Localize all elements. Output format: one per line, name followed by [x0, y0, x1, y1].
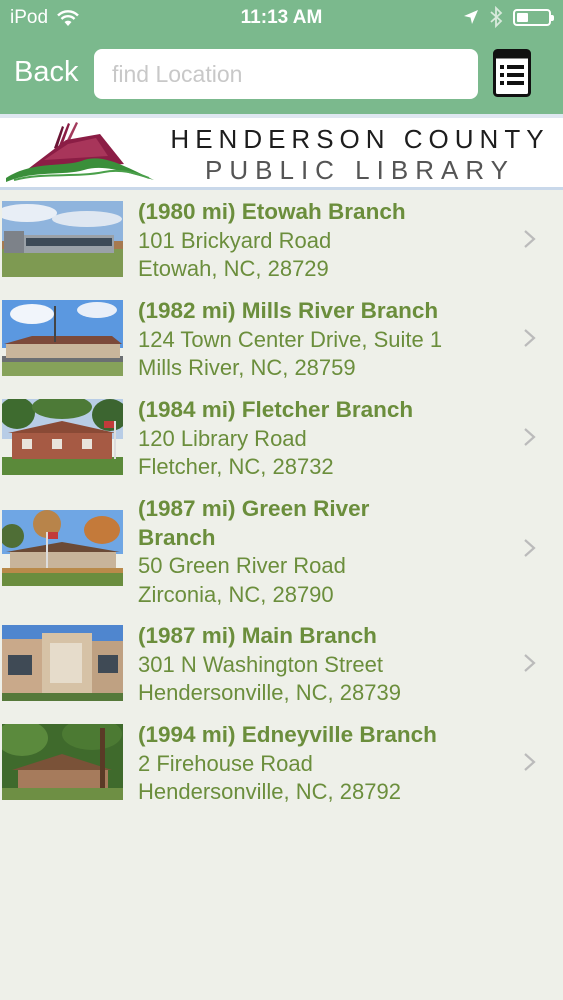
branch-info: (1994 mi) Edneyville Branch 2 Firehouse … — [138, 721, 513, 807]
branch-info: (1987 mi) Main Branch 301 N Washington S… — [138, 622, 513, 708]
nav-bar: Back — [0, 36, 563, 114]
list-item[interactable]: (1984 mi) Fletcher Branch 120 Library Ro… — [0, 388, 563, 487]
banner-title-line1: HENDERSON COUNTY — [170, 124, 550, 154]
branch-address-line: 101 Brickyard Road — [138, 227, 332, 253]
branch-name: (1982 mi) Mills River Branch — [138, 298, 439, 323]
branch-photo — [2, 625, 123, 701]
status-right-group — [463, 6, 554, 28]
list-item[interactable]: (1980 mi) Etowah Branch 101 Brickyard Ro… — [0, 190, 563, 289]
back-button[interactable]: Back — [14, 56, 78, 89]
bluetooth-icon — [490, 6, 503, 28]
branch-info: (1984 mi) Fletcher Branch 120 Library Ro… — [138, 396, 513, 482]
list-item[interactable]: (1987 mi) Main Branch 301 N Washington S… — [0, 614, 563, 713]
battery-fill — [517, 12, 528, 22]
branch-city-line: Etowah, NC, 28729 — [138, 256, 329, 281]
location-arrow-icon — [464, 10, 478, 24]
branch-info: (1982 mi) Mills River Branch 124 Town Ce… — [138, 297, 513, 383]
library-banner: HENDERSON COUNTY PUBLIC LIBRARY — [0, 114, 563, 190]
search-input[interactable] — [94, 49, 478, 99]
branch-name-line1: (1987 mi) Green River — [138, 496, 370, 521]
list-item[interactable]: (1987 mi) Green River Branch 50 Green Ri… — [0, 487, 563, 614]
branch-name: (1984 mi) Fletcher Branch — [138, 397, 414, 422]
branch-address-line: 120 Library Road — [138, 425, 307, 451]
branch-photo — [2, 201, 123, 277]
branch-name-line2: Branch — [138, 524, 216, 550]
branch-name: (1987 mi) Main Branch — [138, 623, 377, 648]
branch-city-line: Fletcher, NC, 28732 — [138, 454, 334, 479]
chevron-right-icon — [524, 539, 536, 557]
branch-photo — [2, 399, 123, 475]
list-icon[interactable] — [493, 49, 531, 97]
branch-info: (1980 mi) Etowah Branch 101 Brickyard Ro… — [138, 198, 513, 284]
battery-icon — [513, 8, 554, 26]
library-logo — [6, 122, 154, 182]
branch-list: (1980 mi) Etowah Branch 101 Brickyard Ro… — [0, 190, 563, 812]
branch-info: (1987 mi) Green River Branch 50 Green Ri… — [138, 495, 513, 609]
branch-photo — [2, 300, 123, 376]
branch-city-line: Hendersonville, NC, 28792 — [138, 779, 401, 804]
chevron-right-icon — [524, 230, 536, 248]
branch-address-line: 124 Town Center Drive, Suite 1 — [138, 326, 443, 352]
status-bar: iPod 11:13 AM — [0, 0, 563, 36]
branch-name: (1994 mi) Edneyville Branch — [138, 722, 437, 747]
branch-photo — [2, 724, 123, 800]
branch-address-line: 2 Firehouse Road — [138, 750, 313, 776]
branch-address-line: 301 N Washington Street — [138, 651, 383, 677]
list-item[interactable]: (1982 mi) Mills River Branch 124 Town Ce… — [0, 289, 563, 388]
chevron-right-icon — [524, 753, 536, 771]
branch-photo — [2, 510, 123, 586]
chevron-right-icon — [524, 428, 536, 446]
branch-name: (1987 mi) Green River Branch — [138, 495, 513, 552]
branch-address-line: 50 Green River Road — [138, 553, 346, 578]
banner-title-line2: PUBLIC LIBRARY — [205, 155, 515, 185]
list-item[interactable]: (1994 mi) Edneyville Branch 2 Firehouse … — [0, 713, 563, 812]
branch-name: (1980 mi) Etowah Branch — [138, 199, 406, 224]
branch-city-line: Hendersonville, NC, 28739 — [138, 680, 401, 705]
branch-city-line: Mills River, NC, 28759 — [138, 355, 356, 380]
chevron-right-icon — [524, 329, 536, 347]
branch-city-line: Zirconia, NC, 28790 — [138, 581, 334, 607]
chevron-right-icon — [524, 654, 536, 672]
